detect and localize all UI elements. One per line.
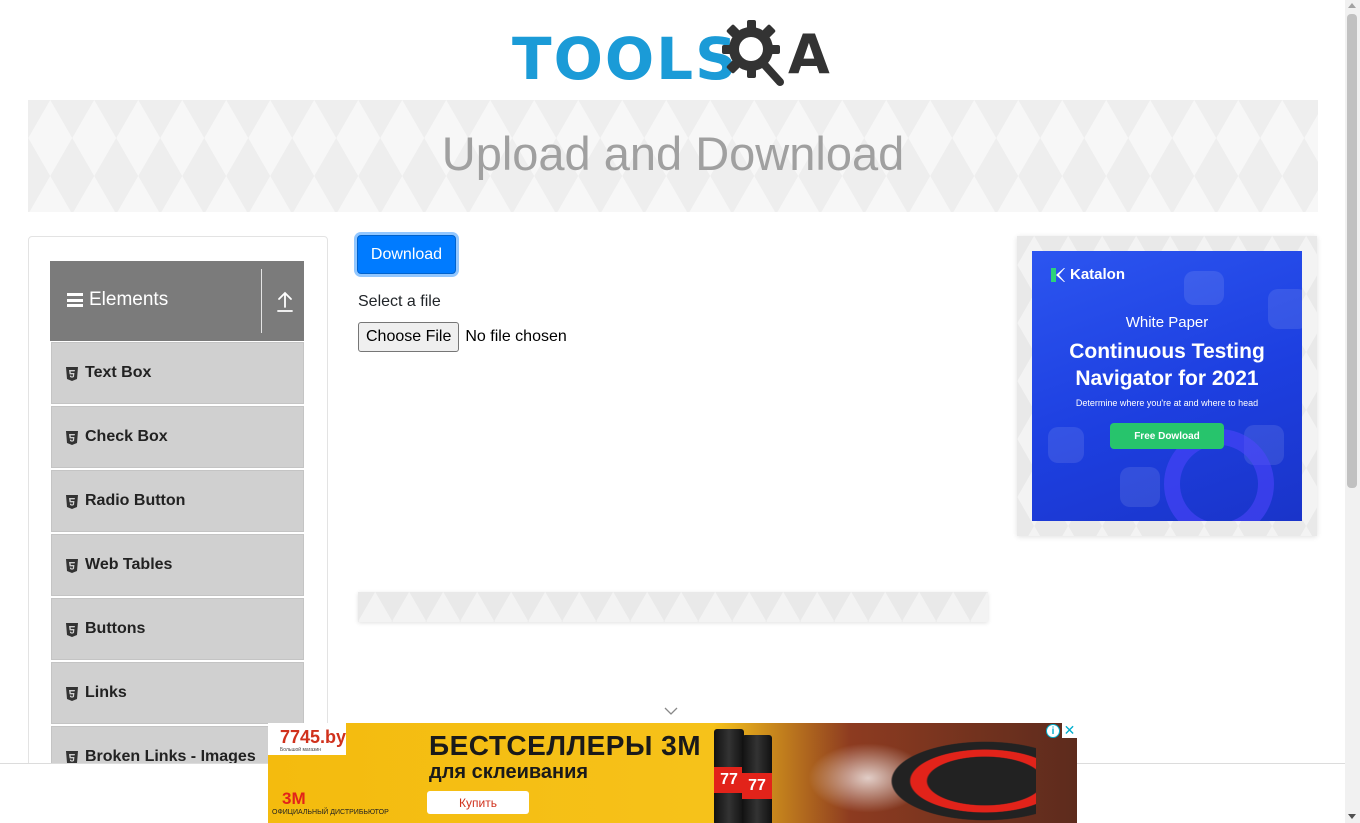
html5-shield-icon xyxy=(66,495,78,509)
sidebar-item-radio-button[interactable]: Radio Button xyxy=(51,470,304,532)
spray-can-image: 77 xyxy=(714,729,744,823)
buy-button[interactable]: Купить xyxy=(427,791,529,814)
html5-shield-icon xyxy=(66,367,78,381)
ad-cta-button[interactable]: Free Dowload xyxy=(1110,423,1224,449)
brand-3m-logo: 3M xyxy=(282,789,306,808)
shop-logo: 7745.by Большой магазин xyxy=(268,723,346,755)
sidebar-group-title: Elements xyxy=(89,289,169,310)
gear-magnifier-icon xyxy=(722,20,784,86)
close-icon[interactable]: ✕ xyxy=(1062,722,1077,738)
code-tile-icon xyxy=(1184,271,1224,305)
divider xyxy=(261,269,262,333)
sidebar-item-label: Radio Button xyxy=(85,492,186,509)
info-icon[interactable]: i xyxy=(1046,724,1060,738)
ad-kind: White Paper xyxy=(1125,314,1209,331)
chevron-down-icon[interactable] xyxy=(664,706,678,716)
html5-shield-icon xyxy=(66,687,78,701)
can-label: 77 xyxy=(742,773,772,799)
sidebar-group-elements[interactable]: Elements xyxy=(50,261,304,341)
ad-subtext: Determine where you're at and where to h… xyxy=(1075,398,1259,408)
bottom-ad[interactable]: 7745.by Большой магазин БЕСТСЕЛЛЕРЫ 3М д… xyxy=(268,723,1077,823)
scrollbar-thumb[interactable] xyxy=(1347,14,1357,488)
ad-brand: Katalon xyxy=(1070,266,1126,283)
ad-headline: БЕСТСЕЛЛЕРЫ 3М xyxy=(429,730,702,761)
file-upload-input[interactable]: Choose File No file chosen xyxy=(358,322,567,352)
katalon-ad[interactable]: Katalon White Paper Continuous Testing N… xyxy=(1032,251,1302,521)
page-title: Upload and Download xyxy=(441,127,905,180)
sidebar-item-label: Check Box xyxy=(85,428,168,445)
ad-placeholder xyxy=(358,592,988,622)
sidebar-item-label: Links xyxy=(85,684,127,701)
menu-icon xyxy=(67,293,83,307)
file-status-text: No file chosen xyxy=(465,328,567,345)
spray-can-image: 77 xyxy=(742,735,772,823)
shop-name: 7745.by xyxy=(280,727,347,747)
scroll-up-arrow-icon[interactable] xyxy=(1348,3,1356,8)
shop-tagline: Большой магазин xyxy=(280,747,321,753)
select-file-label: Select a file xyxy=(358,293,441,310)
ad-headline: Continuous Testing Navigator for 2021 xyxy=(1032,338,1302,392)
page: TOOLS A Upload and Download Elements Tex… xyxy=(0,0,1360,823)
logo-letter: A xyxy=(788,23,830,86)
scrollbar[interactable] xyxy=(1345,0,1360,823)
scroll-down-arrow-icon[interactable] xyxy=(1348,814,1356,819)
spray-hand-image xyxy=(866,731,1036,823)
distributor-text: ОФИЦИАЛЬНЫЙ ДИСТРИБЬЮТОР xyxy=(272,809,389,816)
clock-tile-icon xyxy=(1048,427,1084,463)
sidebar-item-web-tables[interactable]: Web Tables xyxy=(51,534,304,596)
html5-shield-icon xyxy=(66,559,78,573)
download-button[interactable]: Download xyxy=(357,235,456,274)
ad-subheadline: для склеивания xyxy=(429,761,589,783)
sidebar-item-check-box[interactable]: Check Box xyxy=(51,406,304,468)
upload-arrow-icon[interactable] xyxy=(276,291,294,313)
sidebar-item-label: Text Box xyxy=(85,364,152,381)
choose-file-button[interactable]: Choose File xyxy=(358,322,460,352)
html5-shield-icon xyxy=(66,623,78,637)
can-label: 77 xyxy=(714,767,744,793)
toolsqa-logo[interactable]: TOOLS A xyxy=(512,14,836,92)
logo-text: TOOLS xyxy=(512,25,739,93)
sidebar-item-label: Web Tables xyxy=(85,556,173,573)
sidebar-item-links[interactable]: Links xyxy=(51,662,304,724)
sidebar-item-buttons[interactable]: Buttons xyxy=(51,598,304,660)
list-tile-icon xyxy=(1120,467,1160,507)
sidebar-item-text-box[interactable]: Text Box xyxy=(51,342,304,404)
katalon-logo-icon xyxy=(1051,268,1065,282)
ad-headline-line2: Navigator for 2021 xyxy=(1075,367,1259,390)
sidebar-menu: Text Box Check Box Radio Button Web Tabl… xyxy=(51,342,304,790)
sidebar-item-label: Buttons xyxy=(85,620,146,637)
ad-headline-line1: Continuous Testing xyxy=(1069,340,1265,363)
page-banner: Upload and Download xyxy=(28,100,1318,212)
html5-shield-icon xyxy=(66,431,78,445)
